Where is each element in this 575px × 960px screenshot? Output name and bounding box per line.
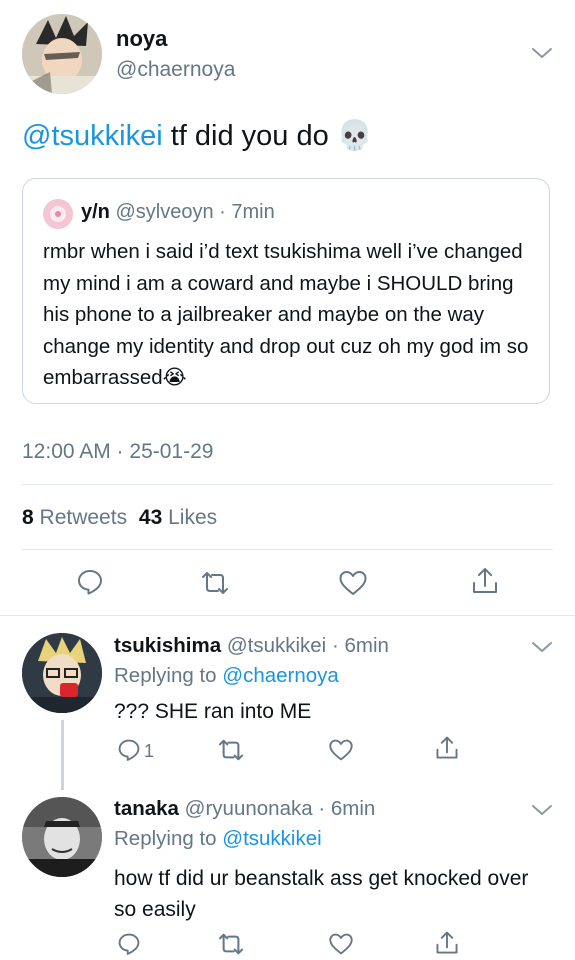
retweets-label: Retweets: [39, 506, 128, 529]
tweet-timestamp[interactable]: 12:00 AM · 25-01-29: [22, 440, 213, 464]
replying-to-link[interactable]: @chaernoya: [222, 664, 339, 687]
likes-stat[interactable]: 43 Likes: [139, 506, 217, 529]
quoted-tweet[interactable]: y/n @sylveoyn · 7min rmbr when i said i’…: [22, 178, 550, 404]
reply-text: how tf did ur beanstalk ass get knocked …: [114, 867, 529, 921]
handle[interactable]: @tsukkikei: [227, 634, 326, 657]
display-name[interactable]: tanaka: [114, 797, 179, 820]
like-icon[interactable]: [328, 932, 354, 956]
replying-to: Replying to @tsukkikei: [114, 827, 322, 851]
display-name[interactable]: noya: [116, 26, 167, 52]
timestamp: · 6min: [318, 797, 376, 820]
quoted-text: rmbr when i said i’d text tsukishima wel…: [43, 240, 529, 389]
replying-to-link[interactable]: @tsukkikei: [222, 827, 321, 850]
retweet-icon[interactable]: [216, 738, 246, 762]
likes-count: 43: [138, 506, 163, 529]
avatar[interactable]: [22, 633, 102, 713]
reply-header: tsukishima @tsukkikei · 6min: [114, 634, 389, 658]
replying-to: Replying to @chaernoya: [114, 664, 339, 688]
timestamp: · 7min: [219, 201, 275, 223]
engagement-stats: 8 Retweets 43 Likes: [22, 506, 217, 530]
chevron-down-icon[interactable]: [531, 46, 553, 60]
handle[interactable]: @ryuunonaka: [185, 797, 313, 820]
retweets-stat[interactable]: 8 Retweets: [22, 506, 133, 529]
retweets-count: 8: [22, 506, 34, 529]
mention-link[interactable]: @tsukkikei: [22, 120, 163, 152]
reply-header: tanaka @ryuunonaka · 6min: [114, 797, 375, 821]
share-icon[interactable]: [434, 930, 460, 956]
divider: [22, 549, 553, 550]
share-icon[interactable]: [470, 566, 500, 596]
like-icon[interactable]: [338, 569, 368, 597]
retweet-icon[interactable]: [199, 570, 231, 596]
handle: @sylveoyn: [115, 201, 214, 223]
reply-icon[interactable]: [76, 568, 104, 596]
thread-line: [61, 720, 64, 790]
retweet-icon[interactable]: [216, 932, 246, 956]
reply-text: ??? SHE ran into ME: [114, 700, 312, 723]
tweet-text: @tsukkikei tf did you do 💀: [22, 119, 373, 153]
handle[interactable]: @chaernoya: [116, 58, 235, 82]
divider: [0, 615, 575, 616]
chevron-down-icon[interactable]: [531, 803, 553, 817]
replying-to-label: Replying to: [114, 827, 223, 850]
timestamp: · 6min: [331, 634, 389, 657]
reply-icon[interactable]: [117, 738, 141, 762]
avatar[interactable]: [22, 14, 102, 94]
quoted-header: y/n @sylveoyn · 7min: [81, 201, 275, 224]
divider: [22, 484, 553, 485]
tweet-body: tf did you do 💀: [162, 120, 373, 152]
display-name[interactable]: tsukishima: [114, 634, 221, 657]
reply-icon[interactable]: [117, 932, 141, 956]
replying-to-label: Replying to: [114, 664, 223, 687]
reply-count: 1: [144, 741, 155, 761]
share-icon[interactable]: [434, 735, 460, 761]
avatar[interactable]: [22, 797, 102, 877]
display-name: y/n: [81, 201, 110, 223]
chevron-down-icon[interactable]: [531, 640, 553, 654]
avatar: [43, 199, 73, 229]
likes-label: Likes: [168, 506, 218, 529]
like-icon[interactable]: [328, 738, 354, 762]
